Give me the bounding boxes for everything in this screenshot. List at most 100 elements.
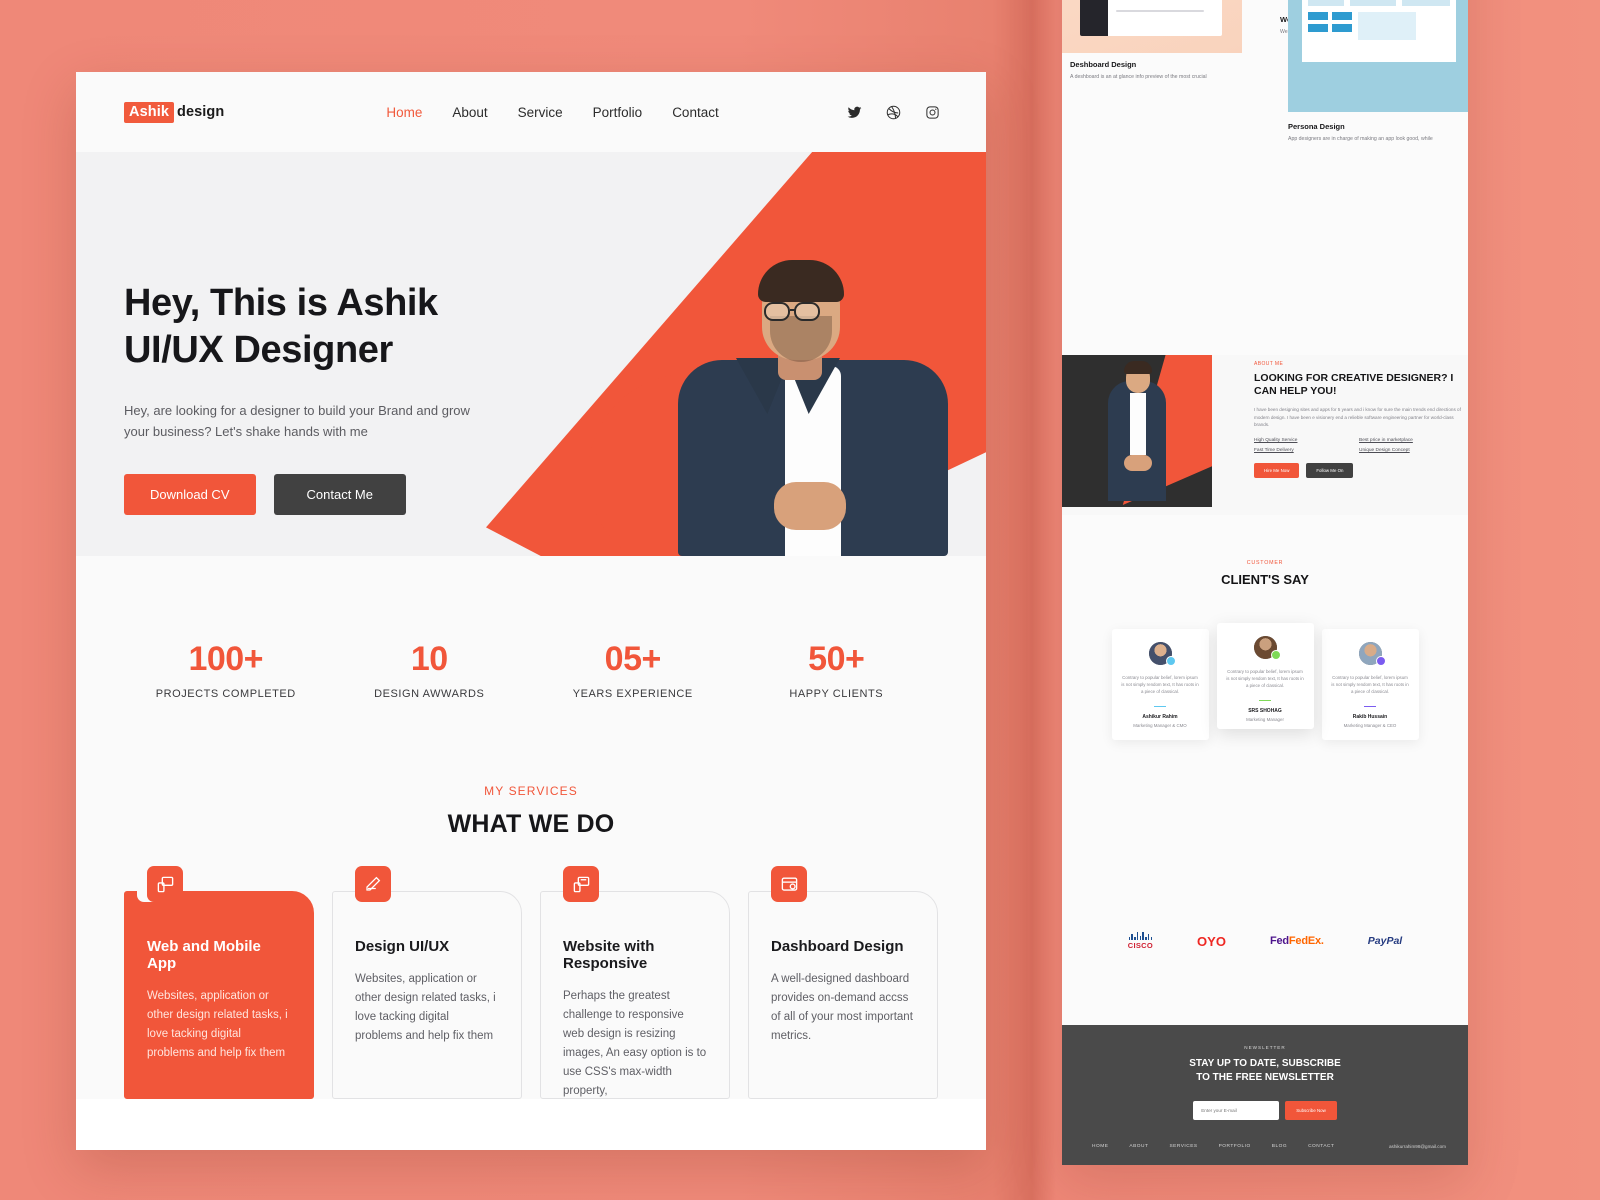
service-card-design-ui-ux[interactable]: Design UI/UX Websites, application or ot… [332,866,522,1099]
stat-projects-completed: 100+ PROJECTS COMPLETED [124,640,328,700]
service-card-text: A well-designed dashboard provides on-de… [771,973,913,1042]
service-card-text: Websites, application or other design re… [355,973,496,1042]
cisco-logo: CISCO [1128,932,1153,950]
footer-link-home[interactable]: HOME [1092,1144,1108,1149]
nav-item-contact[interactable]: Contact [672,105,719,120]
stat-years-experience: 05+ YEARS EXPERIENCE [531,640,735,700]
footer-email[interactable]: ashikurrahim98@gmail.com [1389,1144,1446,1149]
download-cv-button[interactable]: Download CV [124,474,256,515]
hero-title-line-1: Hey, This is Ashik [124,282,438,324]
about-eyebrow: ABOUT ME [1254,361,1284,367]
cisco-bars-icon [1128,932,1153,940]
newsletter-title: STAY UP TO DATE, SUBSCRIBE TO THE FREE N… [1062,1057,1468,1085]
service-card-website-with-responsive[interactable]: Website with Responsive Perhaps the grea… [540,866,730,1099]
hero-copy: Hey, This is Ashik UI/UX Designer Hey, a… [124,280,554,515]
hero-section: Hey, This is Ashik UI/UX Designer Hey, a… [76,152,986,556]
cisco-label: CISCO [1127,941,1154,950]
about-feature-item: High Quality Service [1254,437,1298,443]
testimonial-card[interactable]: Contrary to popular belief, lorem ipsum … [1216,623,1314,729]
stat-design-awards: 10 DESIGN AWWARDS [328,640,532,700]
nav-item-service[interactable]: Service [518,105,563,120]
instagram-icon[interactable] [925,105,940,120]
hire-me-now-button[interactable]: Hire Me Now [1254,462,1300,478]
services-cards: Web and Mobile App Websites, application… [76,839,986,1099]
nav-item-portfolio[interactable]: Portfolio [593,105,643,120]
navbar: Ashik design Home About Service Portfolio… [76,72,986,152]
stat-value: 50+ [808,640,865,678]
accent-rule [1154,706,1166,708]
devices-icon [133,852,197,916]
dashboard-icon [771,866,807,902]
thumbnail-persona-design[interactable] [1288,0,1468,112]
stat-label: PROJECTS COMPLETED [155,688,296,700]
about-feature-list: High Quality Service Best price in marke… [1254,438,1464,458]
footer-link-services[interactable]: SERVICES [1169,1144,1197,1149]
subscribe-now-button[interactable]: Subscribe Now [1285,1101,1337,1120]
services-heading: MY SERVICES WHAT WE DO [76,700,986,839]
fedex-logo: FedFedEx. [1269,935,1324,947]
pencil-icon [355,866,391,902]
testimonial-cards: Contrary to popular belief, lorem ipsum … [1062,623,1468,741]
about-text: I have been designing sites and apps for… [1254,407,1461,427]
about-actions: Hire Me Now Follow Me On [1254,462,1464,478]
testimonials-section: CUSTOMER CLIENT'S SAY Contrary to popula… [1062,560,1468,741]
hero-subtitle: Hey, are looking for a designer to build… [124,403,470,439]
testimonial-quote: Contrary to popular belief, lorem ipsum … [1331,675,1409,694]
stats-section: 100+ PROJECTS COMPLETED 10 DESIGN AWWARD… [76,556,986,700]
nav-item-home[interactable]: Home [386,105,422,120]
designer-portrait [596,254,956,556]
avatar [1148,642,1176,666]
logo-text: design [177,104,225,120]
services-title: WHAT WE DO [447,810,615,838]
paypal-logo: PayPal [1368,935,1402,947]
thumb-title: Persona Design [1288,122,1345,131]
contact-me-button[interactable]: Contact Me [273,474,406,515]
service-card-text: Perhaps the greatest challenge to respon… [563,990,707,1097]
hero-title-line-2: UI/UX Designer [124,329,393,371]
nav-item-about[interactable]: About [452,105,487,120]
dribbble-icon[interactable] [886,105,901,120]
testimonial-role: Marketing Manager [1246,717,1284,723]
newsletter-email-input[interactable] [1193,1101,1280,1120]
footer-nav: HOME ABOUT SERVICES PORTFOLIO BLOG CONTA… [1092,1144,1334,1149]
paypal-label: PayPal [1367,935,1403,947]
newsletter-section: NEWSLETTER STAY UP TO DATE, SUBSCRIBE TO… [1062,1025,1468,1165]
service-card-dashboard-design[interactable]: Dashboard Design A well-designed dashboa… [748,866,938,1099]
about-feature-item: Fast Time Delivery [1254,447,1294,453]
twitter-icon[interactable] [847,105,862,120]
site-logo[interactable]: Ashik design [124,101,225,123]
newsletter-title-line-2: TO THE FREE NEWSLETTER [1196,1072,1334,1083]
testimonial-name: Rakib Hussain [1352,714,1388,721]
service-card-web-and-mobile-app[interactable]: Web and Mobile App Websites, application… [124,852,314,1099]
testimonial-card[interactable]: Contrary to popular belief, lorem ipsum … [1111,629,1209,741]
fedex-label: FedEx. [1288,935,1324,947]
avatar [1253,636,1281,660]
footer-link-blog[interactable]: BLOG [1272,1144,1287,1149]
thumbnail-caption-dashboard-design: Deshboard Design A deshboard is an at gl… [1070,60,1246,81]
services-eyebrow: MY SERVICES [484,784,578,798]
newsletter-form: Subscribe Now [1062,1101,1468,1120]
stat-label: HAPPY CLIENTS [789,688,884,700]
accent-rule [1364,706,1376,708]
newsletter-eyebrow: NEWSLETTER [1244,1045,1286,1050]
thumbnail-dashboard-design[interactable] [1062,0,1242,53]
newsletter-title-line-1: STAY UP TO DATE, SUBSCRIBE [1189,1058,1341,1069]
about-portrait [1062,355,1212,507]
about-title: LOOKING FOR CREATIVE DESIGNER? I CAN HEL… [1254,372,1454,397]
testimonials-eyebrow: CUSTOMER [1246,560,1284,566]
stat-label: YEARS EXPERIENCE [572,688,693,700]
testimonial-role: Marketing Manager & CMO [1133,723,1187,729]
about-feature-item: Unique Design Concept [1359,447,1410,453]
testimonial-name: Ashikur Rahim [1142,714,1178,721]
footer-link-contact[interactable]: CONTACT [1308,1144,1334,1149]
footer-link-about[interactable]: ABOUT [1129,1144,1148,1149]
oyo-logo: OYO [1197,933,1226,949]
service-card-title: Dashboard Design [771,938,904,955]
footer-link-portfolio[interactable]: PORTFOLIO [1219,1144,1251,1149]
about-section: ABOUT ME LOOKING FOR CREATIVE DESIGNER? … [1062,355,1468,515]
thumb-desc: A deshboard is an at glance info preview… [1070,74,1207,80]
follow-me-on-button[interactable]: Follow Me On [1306,462,1354,478]
testimonial-card[interactable]: Contrary to popular belief, lorem ipsum … [1321,629,1419,741]
primary-nav: Home About Service Portfolio Contact [386,105,718,120]
full-page-preview-mockup: App Design App designers are in charge o… [1062,0,1468,1165]
